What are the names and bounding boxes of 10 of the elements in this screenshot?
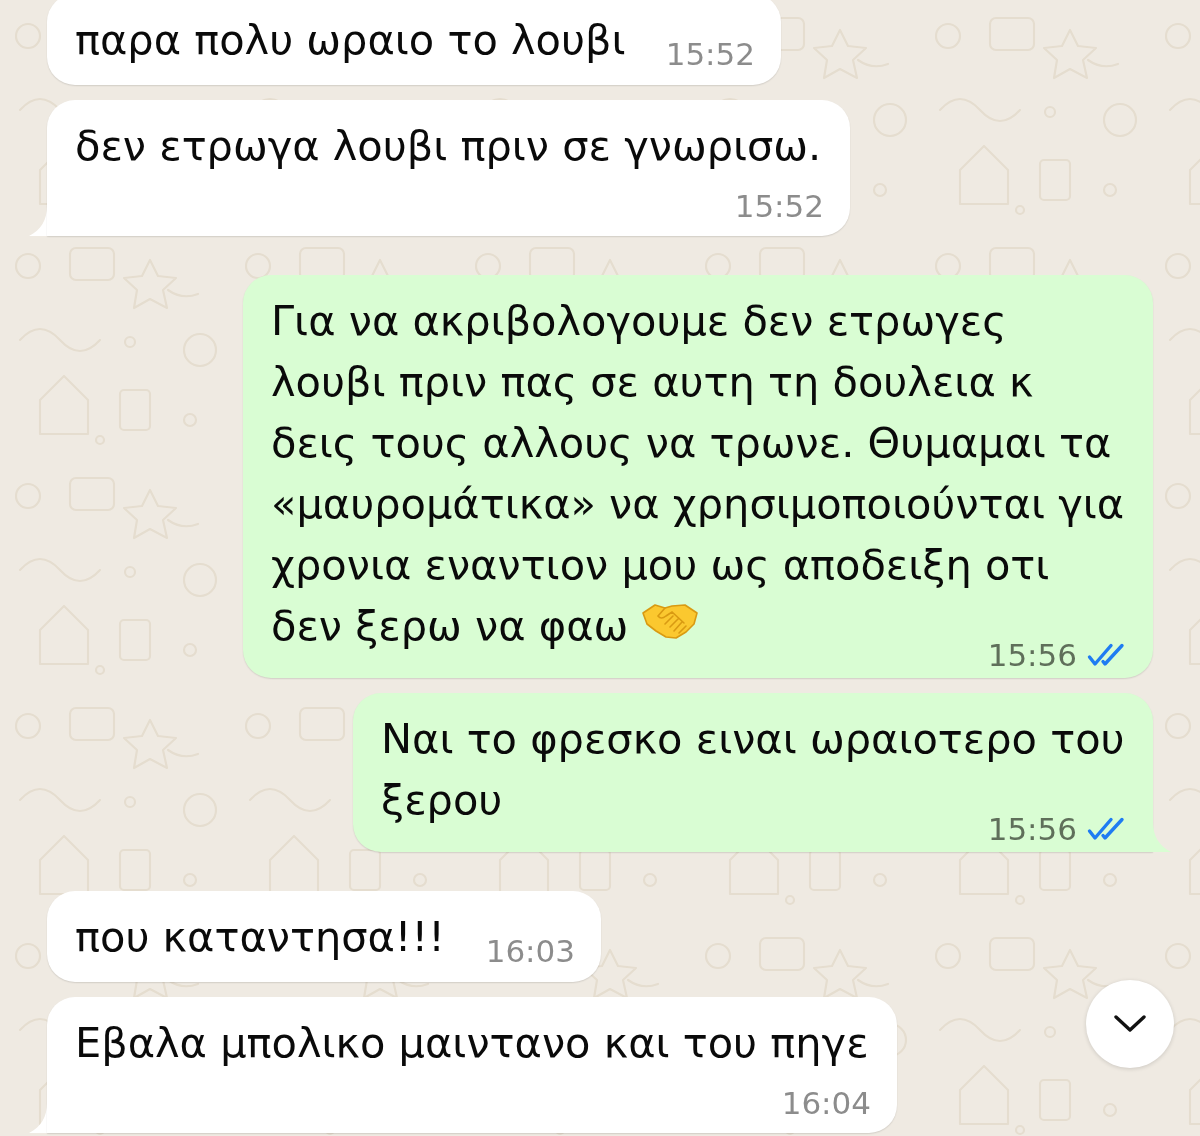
message-time: 15:52: [665, 43, 755, 66]
message-text: Εβαλα μπολικο μαιντανο και του πηγε: [75, 1018, 869, 1067]
message-time: 16:03: [485, 940, 575, 963]
message-text: παρα πολυ ωραιο το λουβι: [75, 15, 626, 64]
chevron-down-icon: [1114, 1015, 1146, 1033]
message-time: 16:04: [781, 1092, 871, 1115]
message-text: που καταντησα!!!: [75, 912, 445, 961]
message-time: 15:52: [734, 195, 824, 218]
scroll-down-button[interactable]: [1086, 980, 1174, 1068]
message-text: δεν ετρωγα λουβι πριν σε γνωρισω.: [75, 121, 822, 170]
